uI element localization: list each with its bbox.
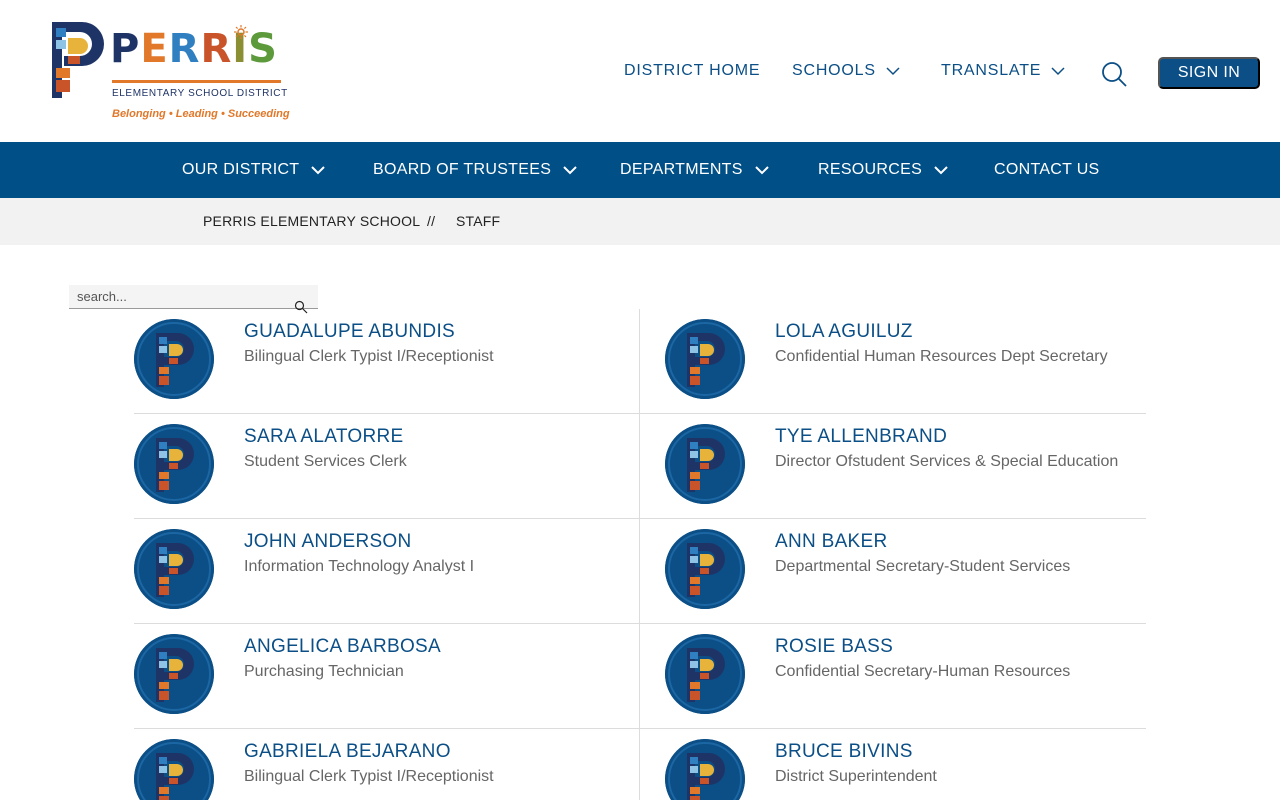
staff-name-link[interactable]: ROSIE BASS: [775, 636, 893, 658]
staff-card[interactable]: LOLA AGUILUZ Confidential Human Resources…: [665, 309, 1145, 414]
avatar[interactable]: [665, 634, 745, 714]
staff-card[interactable]: TYE ALLENBRAND Director Ofstudent Service…: [665, 414, 1145, 519]
wordmark-letter: S: [248, 26, 278, 72]
translate-label: TRANSLATE: [941, 62, 1042, 79]
breadcrumb: PERRIS ELEMENTARY SCHOOL // STAFF: [0, 198, 1280, 245]
wordmark-letter: R: [168, 26, 201, 72]
avatar[interactable]: [134, 424, 214, 504]
district-wordmark: PERRIS: [110, 26, 278, 72]
nav-item-label: RESOURCES: [818, 161, 923, 178]
chevron-down-icon: [563, 166, 577, 175]
staff-job-title: Departmental Secretary-Student Services: [775, 558, 1071, 575]
nav-contact-us[interactable]: CONTACT US: [994, 142, 1100, 198]
nav-item-label: BOARD OF TRUSTEES: [373, 161, 552, 178]
staff-name-link[interactable]: BRUCE BIVINS: [775, 741, 913, 763]
nav-resources[interactable]: RESOURCES: [818, 142, 948, 198]
avatar[interactable]: [665, 739, 745, 800]
district-logo-avatar-icon: [665, 529, 745, 609]
chevron-down-icon: [755, 166, 769, 175]
district-logo-avatar-icon: [134, 529, 214, 609]
wordmark-letter: E: [140, 26, 169, 72]
district-logo[interactable]: PERRIS ELEMENTARY SCHOOL DISTRICT Belong…: [50, 20, 290, 124]
district-home-link[interactable]: DISTRICT HOME: [624, 62, 760, 80]
staff-job-title: Bilingual Clerk Typist I/Receptionist: [244, 348, 494, 365]
avatar[interactable]: [134, 319, 214, 399]
staff-job-title: Student Services Clerk: [244, 453, 407, 470]
search-icon[interactable]: [1100, 60, 1128, 88]
staff-card[interactable]: ANN BAKER Departmental Secretary-Student …: [665, 519, 1145, 624]
sun-icon: [234, 25, 248, 39]
logo-tagline: Belonging • Leading • Succeeding: [112, 108, 290, 120]
staff-job-title: Director Ofstudent Services & Special Ed…: [775, 453, 1119, 470]
district-logo-avatar-icon: [665, 319, 745, 399]
avatar[interactable]: [665, 424, 745, 504]
avatar[interactable]: [134, 634, 214, 714]
staff-name-link[interactable]: ANN BAKER: [775, 531, 888, 553]
district-logo-avatar-icon: [665, 634, 745, 714]
staff-name-link[interactable]: ANGELICA BARBOSA: [244, 636, 441, 658]
main-navigation: OUR DISTRICT BOARD OF TRUSTEES DEPARTMEN…: [0, 142, 1280, 198]
logo-divider: [112, 80, 281, 83]
staff-card[interactable]: GUADALUPE ABUNDIS Bilingual Clerk Typist …: [134, 309, 614, 414]
district-logo-avatar-icon: [134, 319, 214, 399]
breadcrumb-separator: //: [427, 213, 436, 229]
staff-card[interactable]: ANGELICA BARBOSA Purchasing Technician: [134, 624, 614, 729]
staff-job-title: Purchasing Technician: [244, 663, 404, 680]
schools-label: SCHOOLS: [792, 62, 876, 79]
avatar[interactable]: [134, 739, 214, 800]
district-logo-avatar-icon: [665, 739, 745, 800]
chevron-down-icon: [1051, 67, 1065, 76]
schools-dropdown[interactable]: SCHOOLS: [792, 62, 900, 80]
chevron-down-icon: [886, 67, 900, 76]
staff-card[interactable]: ROSIE BASS Confidential Secretary-Human R…: [665, 624, 1145, 729]
nav-our-district[interactable]: OUR DISTRICT: [182, 142, 326, 198]
district-logo-avatar-icon: [134, 424, 214, 504]
district-logo-mark-icon: [52, 22, 104, 98]
staff-card[interactable]: BRUCE BIVINS District Superintendent: [665, 729, 1145, 800]
logo-subtitle: ELEMENTARY SCHOOL DISTRICT: [112, 88, 288, 99]
wordmark-letter: R: [200, 26, 233, 72]
breadcrumb-home-link[interactable]: PERRIS ELEMENTARY SCHOOL: [203, 213, 420, 229]
staff-card[interactable]: SARA ALATORRE Student Services Clerk: [134, 414, 614, 519]
wordmark-letter: P: [110, 26, 141, 72]
staff-name-link[interactable]: SARA ALATORRE: [244, 426, 403, 448]
avatar[interactable]: [665, 319, 745, 399]
staff-search-input[interactable]: [69, 285, 318, 309]
district-home-label: DISTRICT HOME: [624, 62, 761, 79]
district-logo-avatar-icon: [134, 739, 214, 800]
staff-job-title: Information Technology Analyst I: [244, 558, 475, 575]
nav-board-of-trustees[interactable]: BOARD OF TRUSTEES: [373, 142, 577, 198]
sign-in-button[interactable]: SIGN IN: [1158, 57, 1260, 89]
staff-job-title: Bilingual Clerk Typist I/Receptionist: [244, 768, 494, 785]
district-logo-avatar-icon: [134, 634, 214, 714]
avatar[interactable]: [134, 529, 214, 609]
staff-name-link[interactable]: TYE ALLENBRAND: [775, 426, 947, 448]
site-header: PERRIS ELEMENTARY SCHOOL DISTRICT Belong…: [0, 0, 1280, 142]
nav-item-label: CONTACT US: [994, 161, 1100, 178]
nav-item-label: OUR DISTRICT: [182, 161, 300, 178]
staff-name-link[interactable]: GUADALUPE ABUNDIS: [244, 321, 455, 343]
staff-name-link[interactable]: LOLA AGUILUZ: [775, 321, 913, 343]
staff-card[interactable]: JOHN ANDERSON Information Technology Anal…: [134, 519, 614, 624]
staff-job-title: District Superintendent: [775, 768, 937, 785]
staff-name-link[interactable]: JOHN ANDERSON: [244, 531, 412, 553]
avatar[interactable]: [665, 529, 745, 609]
column-divider: [639, 309, 640, 800]
chevron-down-icon: [311, 166, 326, 175]
staff-name-link[interactable]: GABRIELA BEJARANO: [244, 741, 451, 763]
staff-card[interactable]: GABRIELA BEJARANO Bilingual Clerk Typist …: [134, 729, 614, 800]
breadcrumb-current: STAFF: [456, 213, 501, 229]
staff-job-title: Confidential Secretary-Human Resources: [775, 663, 1071, 680]
district-logo-avatar-icon: [665, 424, 745, 504]
chevron-down-icon: [934, 166, 948, 175]
staff-job-title: Confidential Human Resources Dept Secret…: [775, 348, 1108, 365]
nav-item-label: DEPARTMENTS: [620, 161, 743, 178]
nav-departments[interactable]: DEPARTMENTS: [620, 142, 769, 198]
translate-dropdown[interactable]: TRANSLATE: [941, 62, 1065, 80]
